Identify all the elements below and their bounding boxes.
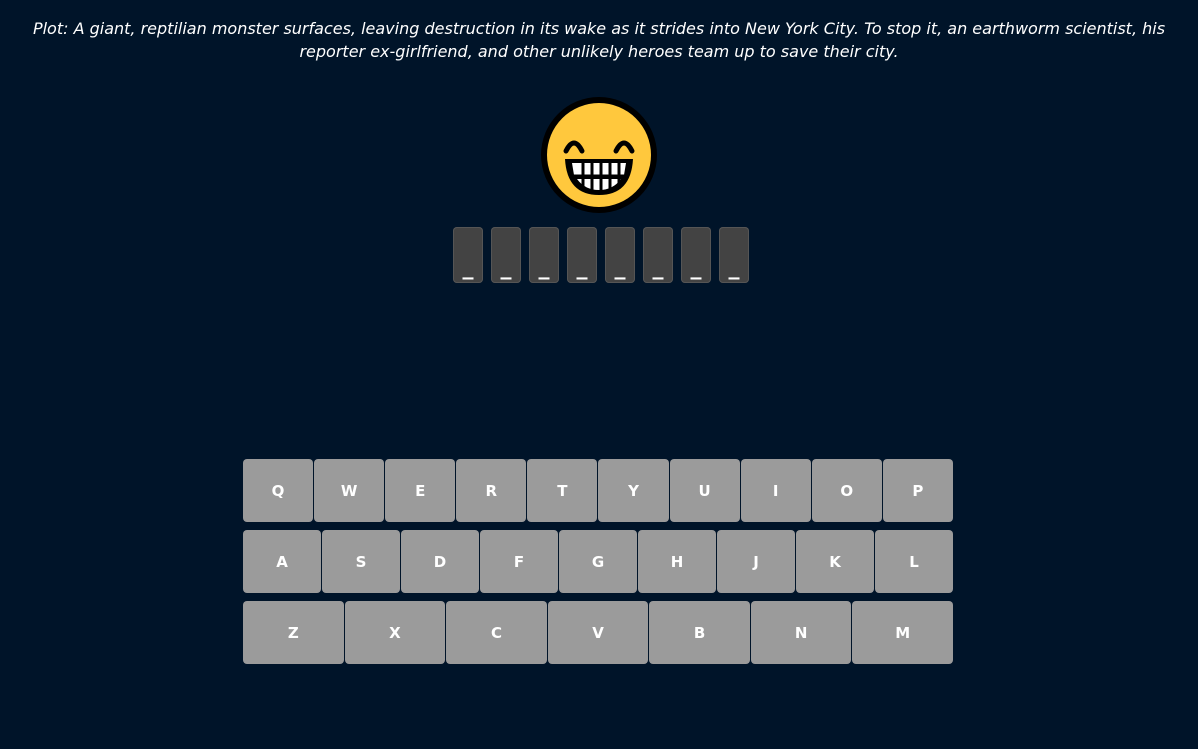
grinning-face-icon [539,95,659,215]
key-u[interactable]: U [669,459,740,522]
key-b[interactable]: B [649,601,750,664]
letter-slot: _ [605,227,635,283]
key-i[interactable]: I [740,459,811,522]
key-w[interactable]: W [314,459,385,522]
letter-slot: _ [453,227,483,283]
letter-slot: _ [643,227,673,283]
keyboard-row-3: Z X C V B N M [243,601,954,664]
key-j[interactable]: J [717,530,795,593]
key-t[interactable]: T [527,459,598,522]
key-v[interactable]: V [547,601,649,664]
key-a[interactable]: A [243,530,321,593]
letter-slot: _ [567,227,597,283]
letter-slot: _ [491,227,521,283]
key-h[interactable]: H [638,530,716,593]
key-k[interactable]: K [796,530,874,593]
letter-slot: _ [719,227,749,283]
key-o[interactable]: O [811,459,882,522]
key-m[interactable]: M [852,601,954,664]
plot-text: Plot: A giant, reptilian monster surface… [32,19,1166,61]
key-c[interactable]: C [446,601,547,664]
letter-slot: _ [529,227,559,283]
key-x[interactable]: X [344,601,446,664]
key-e[interactable]: E [385,459,456,522]
key-s[interactable]: S [322,530,400,593]
key-r[interactable]: R [456,459,527,522]
keyboard-row-1: Q W E R T Y U I O P [243,459,953,522]
key-y[interactable]: Y [598,459,669,522]
key-p[interactable]: P [882,459,953,522]
keyboard-row-2: A S D F G H J K L [243,530,953,593]
key-n[interactable]: N [750,601,852,664]
letter-slot: _ [681,227,711,283]
key-g[interactable]: G [559,530,637,593]
key-d[interactable]: D [401,530,479,593]
word-slots: _ _ _ _ _ _ _ _ [453,227,749,283]
key-z[interactable]: Z [243,601,344,664]
key-q[interactable]: Q [243,459,314,522]
on-screen-keyboard: Q W E R T Y U I O P A S D F G H J K L Z … [243,459,954,672]
key-f[interactable]: F [480,530,558,593]
key-l[interactable]: L [875,530,953,593]
